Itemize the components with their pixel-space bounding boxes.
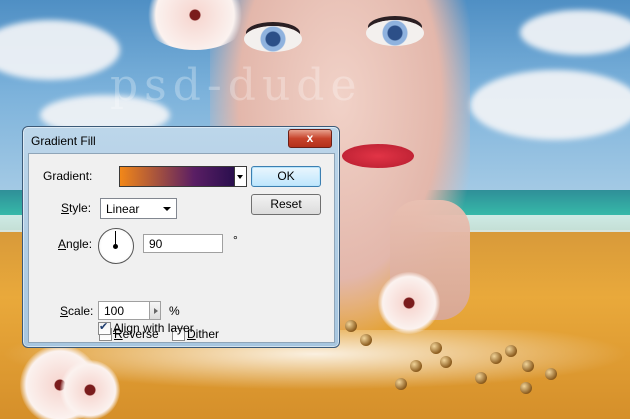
pearl (520, 382, 532, 394)
pearl (522, 360, 534, 372)
scale-slider-button[interactable] (149, 301, 161, 320)
angle-label: Angle: (58, 237, 92, 251)
style-label: Style: (61, 201, 91, 215)
align-with-layer-checkbox[interactable] (98, 320, 111, 335)
style-select[interactable]: Linear (100, 198, 177, 219)
pearl (345, 320, 357, 332)
angle-label-rest: ngle: (66, 237, 93, 251)
gradient-swatch[interactable] (119, 166, 235, 187)
style-select-value: Linear (106, 202, 140, 216)
right-eye (366, 20, 424, 46)
scale-label-rest: cale: (68, 304, 94, 318)
align-label-rest: lign with layer (121, 321, 194, 335)
scale-input[interactable]: 100 (98, 301, 150, 320)
dialog-client: Gradient: OK Reset Style: Linear Angle: … (28, 153, 335, 343)
align-with-layer-label: Align with layer (113, 321, 194, 335)
chevron-down-icon (163, 207, 171, 211)
close-icon: x (306, 131, 314, 145)
angle-unit: ° (233, 233, 238, 247)
cloud (470, 70, 630, 140)
reset-button[interactable]: Reset (251, 194, 321, 215)
style-label-mnemonic: S (61, 201, 70, 215)
align-label-mnemonic: A (113, 321, 122, 335)
pearl (410, 360, 422, 372)
flower (378, 272, 440, 334)
angle-input[interactable]: 90 (143, 234, 223, 253)
angle-dial-hub (113, 244, 118, 249)
dialog-title: Gradient Fill (31, 134, 96, 148)
pearl (440, 356, 452, 368)
flower (60, 360, 120, 419)
pearl (545, 368, 557, 380)
pearl (395, 378, 407, 390)
scale-label: Scale: (60, 304, 93, 318)
angle-dial[interactable] (98, 228, 134, 264)
pearl (475, 372, 487, 384)
scale-label-mnemonic: S (60, 304, 69, 318)
gradient-picker-dropdown[interactable] (234, 166, 247, 187)
watermark: psd-dude (110, 60, 363, 111)
ok-button[interactable]: OK (251, 166, 321, 187)
left-eye (244, 26, 302, 52)
pearl (360, 334, 372, 346)
pearl (430, 342, 442, 354)
dither-label-rest: ither (195, 327, 220, 341)
pearl (490, 352, 502, 364)
scale-unit: % (169, 304, 180, 318)
lips (342, 144, 414, 168)
gradient-label: Gradient: (43, 169, 93, 183)
angle-label-mnemonic: A (58, 237, 67, 251)
pearl (505, 345, 517, 357)
close-button[interactable]: x (288, 129, 332, 148)
style-label-rest: tyle: (69, 201, 92, 215)
gradient-fill-dialog: Gradient Fill x Gradient: OK Reset Style… (22, 126, 340, 348)
cloud (520, 10, 630, 55)
dialog-titlebar[interactable]: Gradient Fill x (23, 127, 339, 153)
